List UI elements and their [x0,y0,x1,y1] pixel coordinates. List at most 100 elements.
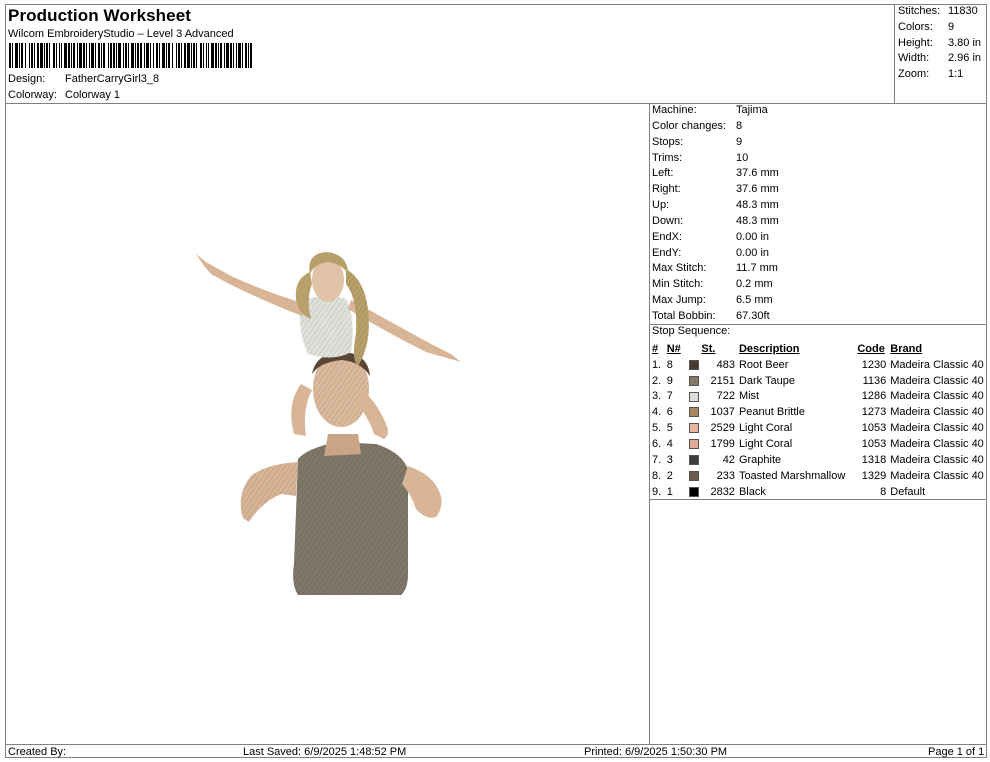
summary-row: Colors: 9 [898,21,981,37]
detail-label: Min Stitch: [652,278,704,291]
colorway-label: Colorway: [8,89,57,101]
page-number: Page 1 of 1 [928,746,985,758]
detail-value: 37.6 mm [736,183,779,196]
stop-sequence-table: # N# St. Description Code Brand 1. 8 483 Ro… [651,341,990,499]
barcode-image [9,43,252,68]
stop-sequence-title: Stop Sequence: [652,325,731,337]
color-swatch-cell [685,404,702,420]
color-description: Light Coral [738,422,793,435]
summary-row: Stitches: 11830 [898,5,981,21]
needle-number: 5 [666,422,673,435]
stitch-count: 2832 [710,485,735,498]
stitch-count: 2529 [710,422,735,435]
color-swatch [688,391,699,402]
needle-number: 7 [666,390,673,403]
thread-brand: Madeira Classic 40 [890,390,984,403]
row-number: 1. [652,358,662,371]
color-swatch [688,486,699,497]
row-number: 5. [652,422,662,435]
design-preview [6,104,649,743]
color-swatch-cell [685,389,702,405]
row-number: 7. [652,453,662,466]
detail-row: Down: 48.3 mm [652,215,779,231]
col-header-description: Description [738,342,800,355]
color-swatch [688,439,699,450]
color-description: Black [738,485,766,498]
summary-row: Width: 2.96 in [898,52,981,68]
detail-label: Total Bobbin: [652,309,716,322]
needle-number: 3 [666,453,673,466]
thread-code: 1230 [861,358,887,371]
table-row: 7. 3 42 Graphite 1318 Madeira Classic 40 [651,452,990,468]
needle-number: 8 [666,358,673,371]
thread-brand: Madeira Classic 40 [890,406,984,419]
design-label: Design: [8,73,46,85]
summary-value: 2.96 in [948,52,982,65]
needle-number: 9 [666,374,673,387]
color-swatch [688,375,699,386]
color-description: Light Coral [738,437,793,450]
embroidery-design-image [196,252,461,595]
detail-value: 0.2 mm [736,278,773,291]
row-number: 9. [652,485,662,498]
software-subtitle: Wilcom EmbroideryStudio – Level 3 Advanc… [8,28,234,40]
table-row: 2. 9 2151 Dark Taupe 1136 Madeira Classic 40 [651,373,990,389]
stitch-count: 483 [716,358,735,371]
detail-value: 11.7 mm [736,262,778,275]
table-row: 9. 1 2832 Black 8 Default [651,484,990,500]
table-row: 1. 8 483 Root Beer 1230 Madeira Classic 40 [651,357,990,373]
color-swatch-cell [685,452,702,468]
summary-value: 3.80 in [948,36,982,49]
table-row: 5. 5 2529 Light Coral 1053 Madeira Classic 40 [651,420,990,436]
detail-row: Total Bobbin: 67.30ft [652,310,779,326]
design-value: FatherCarryGirl3_8 [65,73,160,85]
detail-label: Left: [652,167,674,180]
stitch-count: 233 [716,469,735,482]
row-number: 8. [652,469,662,482]
thread-code: 1136 [862,374,887,387]
row-number: 3. [652,390,662,403]
stitch-count: 1799 [710,437,735,450]
stitch-count: 42 [722,453,735,466]
detail-value: 6.5 mm [736,294,773,307]
page-title: Production Worksheet [8,6,192,25]
detail-value: 0.00 in [736,230,770,243]
detail-label: Stops: [652,135,684,148]
summary-label: Stitches: [898,5,941,17]
detail-label: Machine: [652,104,697,116]
thread-brand: Madeira Classic 40 [890,374,984,387]
summary-row: Height: 3.80 in [898,37,981,53]
detail-row: EndY: 0.00 in [652,247,779,263]
thread-brand: Madeira Classic 40 [890,453,984,466]
thread-brand: Madeira Classic 40 [890,422,984,435]
detail-label: EndX: [652,230,682,243]
needle-number: 2 [666,469,673,482]
detail-value: Tajima [736,104,768,116]
color-description: Dark Taupe [738,374,795,387]
design-row: Design: FatherCarryGirl3_8 [8,73,159,85]
detail-label: Down: [652,214,684,227]
table-row: 6. 4 1799 Light Coral 1053 Madeira Classic 40 [651,436,990,452]
col-header-num: # [652,342,659,355]
detail-row: EndX: 0.00 in [652,231,779,247]
detail-label: Color changes: [652,119,726,132]
thread-code: 1053 [861,437,887,450]
color-description: Root Beer [738,358,789,371]
row-number: 2. [652,374,662,387]
color-swatch-cell [685,436,702,452]
summary-label: Width: [898,52,930,65]
detail-label: Trims: [652,151,683,164]
thread-brand: Madeira Classic 40 [890,469,984,482]
summary-value: 9 [948,20,955,33]
detail-row: Up: 48.3 mm [652,199,779,215]
detail-label: Right: [652,183,681,196]
thread-brand: Default [890,485,926,498]
thread-code: 1318 [861,453,887,466]
detail-label: Max Stitch: [652,262,707,275]
table-row: 4. 6 1037 Peanut Brittle 1273 Madeira Classic… [651,404,990,420]
color-description: Toasted Marshmallow [738,469,846,482]
table-row: 3. 7 722 Mist 1286 Madeira Classic 40 [651,389,990,405]
thread-code: 1053 [861,422,887,435]
summary-divider [894,4,895,104]
thread-brand: Madeira Classic 40 [890,358,984,371]
